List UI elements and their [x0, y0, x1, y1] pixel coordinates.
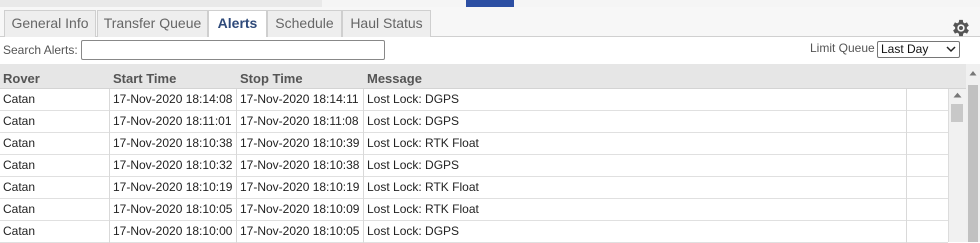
- search-input[interactable]: [81, 40, 385, 60]
- cell-message: Lost Lock: DGPS: [364, 89, 907, 111]
- cell-stop: 17-Nov-2020 18:14:11: [237, 89, 364, 111]
- arrow-up-icon[interactable]: [953, 92, 962, 98]
- cell-rover: Catan: [0, 177, 110, 199]
- cell-start: 17-Nov-2020 18:10:32: [110, 155, 237, 177]
- cell-message: Lost Lock: DGPS: [364, 155, 907, 177]
- tab-schedule[interactable]: Schedule: [267, 10, 342, 37]
- cell-start: 17-Nov-2020 18:10:05: [110, 199, 237, 221]
- cell-rover: Catan: [0, 111, 110, 133]
- page-scrollbar[interactable]: [966, 64, 980, 242]
- column-header-stop-time[interactable]: Stop Time: [240, 71, 303, 86]
- cell-stop: 17-Nov-2020 18:10:09: [237, 199, 364, 221]
- cell-stop: 17-Nov-2020 18:10:19: [237, 177, 364, 199]
- tab-alerts[interactable]: Alerts: [208, 10, 267, 38]
- cell-start: 17-Nov-2020 18:10:00: [110, 221, 237, 243]
- cell-rover: Catan: [0, 89, 110, 111]
- column-header-start-time[interactable]: Start Time: [113, 71, 176, 86]
- cell-message: Lost Lock: RTK Float: [364, 133, 907, 155]
- cell-rover: Catan: [0, 133, 110, 155]
- cell-start: 17-Nov-2020 18:14:08: [110, 89, 237, 111]
- tab-transfer-queue[interactable]: Transfer Queue: [97, 10, 208, 37]
- tab-haul-status[interactable]: Haul Status: [342, 10, 431, 37]
- cell-start: 17-Nov-2020 18:10:38: [110, 133, 237, 155]
- limit-queue-value: Last Day: [881, 42, 929, 56]
- cell-message: Lost Lock: RTK Float: [364, 177, 907, 199]
- cell-start: 17-Nov-2020 18:10:19: [110, 177, 237, 199]
- chevron-down-icon: [946, 46, 956, 53]
- table-inner-scrollbar[interactable]: [948, 89, 966, 242]
- cell-rover: Catan: [0, 199, 110, 221]
- cell-stop: 17-Nov-2020 18:10:38: [237, 155, 364, 177]
- alerts-table: Rover Start Time Stop Time Message Catan…: [0, 64, 966, 243]
- table-row[interactable]: Catan 17-Nov-2020 18:10:05 17-Nov-2020 18:…: [0, 199, 948, 221]
- limit-queue-select[interactable]: Last Day: [877, 41, 960, 58]
- table-header: Rover Start Time Stop Time Message: [0, 64, 966, 89]
- top-strip-light: [322, 0, 980, 7]
- page-scroll-thumb[interactable]: [968, 85, 978, 242]
- table-row[interactable]: Catan 17-Nov-2020 18:10:32 17-Nov-2020 18:…: [0, 155, 948, 177]
- cell-message: Lost Lock: RTK Float: [364, 199, 907, 221]
- column-header-message[interactable]: Message: [367, 71, 422, 86]
- tab-bar: General Info Transfer Queue Alerts Sched…: [0, 7, 980, 39]
- cell-stop: 17-Nov-2020 18:10:05: [237, 221, 364, 243]
- top-strip: [0, 0, 980, 7]
- table-row[interactable]: Catan 17-Nov-2020 18:10:19 17-Nov-2020 18:…: [0, 177, 948, 199]
- cell-stop: 17-Nov-2020 18:11:08: [237, 111, 364, 133]
- cell-message: Lost Lock: DGPS: [364, 221, 907, 243]
- cell-stop: 17-Nov-2020 18:10:39: [237, 133, 364, 155]
- search-label: Search Alerts:: [3, 43, 78, 57]
- limit-queue-label: Limit Queue: [810, 41, 875, 55]
- column-header-rover[interactable]: Rover: [3, 71, 40, 86]
- table-row[interactable]: Catan 17-Nov-2020 18:11:01 17-Nov-2020 18:…: [0, 111, 948, 133]
- table-row[interactable]: Catan 17-Nov-2020 18:10:38 17-Nov-2020 18:…: [0, 133, 948, 155]
- tab-general-info[interactable]: General Info: [4, 10, 96, 37]
- search-row: Search Alerts: Limit Queue Last Day: [0, 37, 980, 64]
- cell-rover: Catan: [0, 155, 110, 177]
- cell-rover: Catan: [0, 221, 110, 243]
- top-strip-accent: [466, 0, 514, 7]
- table-inner-scroll-thumb[interactable]: [951, 104, 963, 122]
- table-row[interactable]: Catan 17-Nov-2020 18:10:00 17-Nov-2020 18:…: [0, 221, 948, 243]
- table-row[interactable]: Catan 17-Nov-2020 18:14:08 17-Nov-2020 18:…: [0, 89, 948, 111]
- arrow-up-icon[interactable]: [969, 70, 977, 76]
- cell-start: 17-Nov-2020 18:11:01: [110, 111, 237, 133]
- cell-message: Lost Lock: DGPS: [364, 111, 907, 133]
- gear-icon[interactable]: [950, 17, 972, 39]
